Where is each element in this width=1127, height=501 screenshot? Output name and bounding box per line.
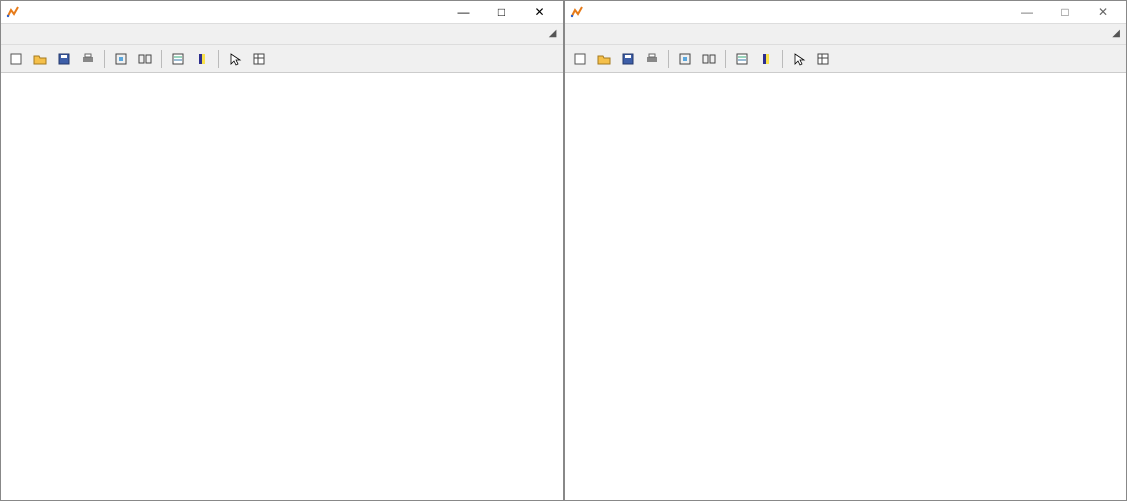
insert-legend-icon[interactable] <box>731 48 753 70</box>
menu-window[interactable] <box>675 32 691 36</box>
menu-edit[interactable] <box>585 32 601 36</box>
print-icon[interactable] <box>77 48 99 70</box>
link-axes-icon[interactable] <box>134 48 156 70</box>
cursor-data-icon[interactable] <box>674 48 696 70</box>
titlebar[interactable]: — □ ✕ <box>565 1 1127 23</box>
menu-view[interactable] <box>603 32 619 36</box>
insert-colorbar-icon[interactable] <box>191 48 213 70</box>
maximize-button[interactable]: □ <box>483 1 521 23</box>
insert-colorbar-icon[interactable] <box>755 48 777 70</box>
menu-tools[interactable] <box>639 32 655 36</box>
insert-legend-icon[interactable] <box>167 48 189 70</box>
toolbar-separator <box>668 50 669 68</box>
menu-desktop[interactable] <box>657 32 673 36</box>
toolbar-separator <box>782 50 783 68</box>
menu-tools[interactable] <box>75 32 91 36</box>
axes-3d[interactable] <box>22 83 542 463</box>
menu-overflow-icon[interactable]: ◢ <box>549 28 557 39</box>
open-icon[interactable] <box>29 48 51 70</box>
pointer-icon[interactable] <box>224 48 246 70</box>
menu-overflow-icon[interactable]: ◢ <box>1112 28 1120 39</box>
toolbar <box>565 45 1127 73</box>
matlab-figure-icon <box>569 4 585 20</box>
menu-help[interactable] <box>129 32 145 36</box>
toolbar-separator <box>218 50 219 68</box>
pointer-icon[interactable] <box>788 48 810 70</box>
axes-3d[interactable] <box>585 83 1105 463</box>
menu-insert[interactable] <box>621 32 637 36</box>
new-figure-icon[interactable] <box>569 48 591 70</box>
menu-window[interactable] <box>111 32 127 36</box>
plot-area[interactable] <box>565 73 1127 500</box>
save-icon[interactable] <box>617 48 639 70</box>
maximize-button[interactable]: □ <box>1046 1 1084 23</box>
save-icon[interactable] <box>53 48 75 70</box>
new-figure-icon[interactable] <box>5 48 27 70</box>
print-icon[interactable] <box>641 48 663 70</box>
menu-insert[interactable] <box>57 32 73 36</box>
menu-view[interactable] <box>39 32 55 36</box>
plot-area[interactable] <box>1 73 563 500</box>
minimize-button[interactable]: — <box>445 1 483 23</box>
minimize-button[interactable]: — <box>1008 1 1046 23</box>
figure-window-2: — □ ✕ ◢ <box>564 0 1127 501</box>
link-axes-icon[interactable] <box>698 48 720 70</box>
close-button[interactable]: ✕ <box>1084 1 1122 23</box>
close-button[interactable]: ✕ <box>521 1 559 23</box>
menu-file[interactable] <box>567 32 583 36</box>
cursor-data-icon[interactable] <box>110 48 132 70</box>
toolbar-separator <box>104 50 105 68</box>
menubar: ◢ <box>565 23 1127 45</box>
plot-tools-icon[interactable] <box>248 48 270 70</box>
menu-edit[interactable] <box>21 32 37 36</box>
titlebar[interactable]: — □ ✕ <box>1 1 563 23</box>
figure-window-1: — □ ✕ ◢ <box>0 0 564 501</box>
toolbar <box>1 45 563 73</box>
menu-help[interactable] <box>693 32 709 36</box>
plot-tools-icon[interactable] <box>812 48 834 70</box>
open-icon[interactable] <box>593 48 615 70</box>
menubar: ◢ <box>1 23 563 45</box>
toolbar-separator <box>161 50 162 68</box>
menu-file[interactable] <box>3 32 19 36</box>
matlab-figure-icon <box>5 4 21 20</box>
toolbar-separator <box>725 50 726 68</box>
menu-desktop[interactable] <box>93 32 109 36</box>
